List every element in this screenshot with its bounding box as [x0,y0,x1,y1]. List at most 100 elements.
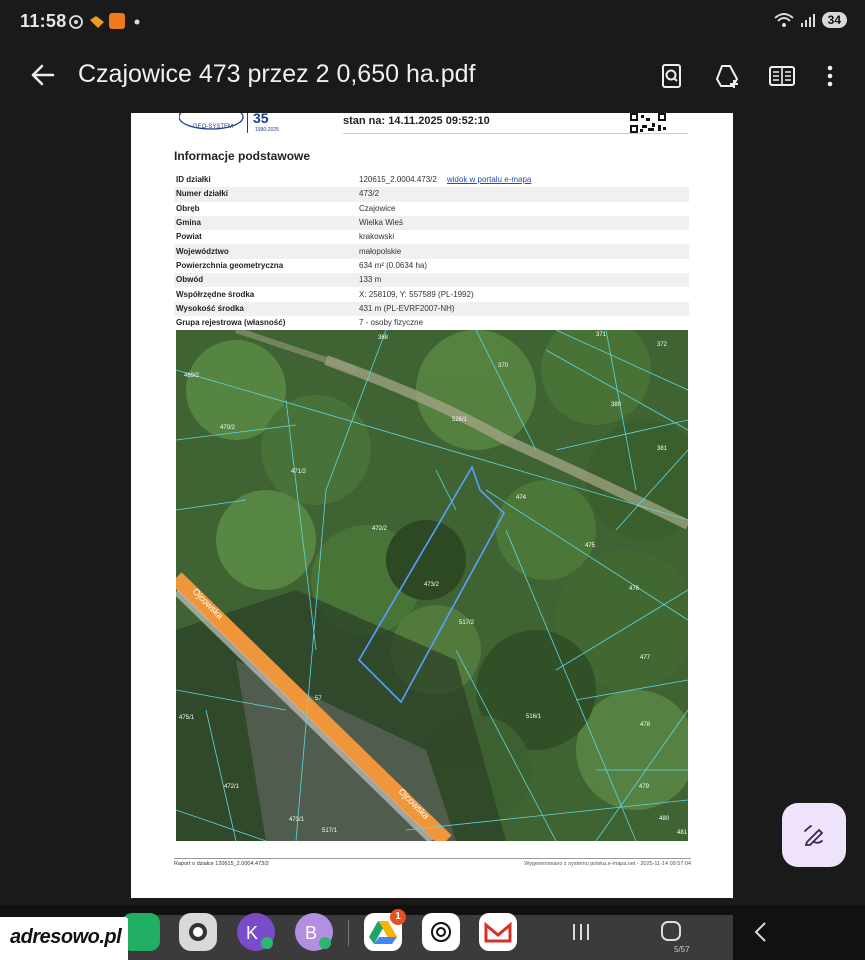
parcel-label: 476 [629,586,640,592]
row-value: Wielka Wieś [357,215,689,231]
parcel-label: 474 [516,495,527,501]
parcel-map: 368 371 372 370 469/2 380 470/2 526/1 38… [176,330,688,841]
table-row: Obręb Czajowice [174,202,689,216]
footer-generated: Wygenerowano z systemu polska.e-mapa.net… [524,861,691,867]
chatgpt-icon[interactable] [422,913,460,951]
header-divider [343,133,688,134]
parcel-label: 516/1 [526,714,542,720]
row-label: Współrzędne środka [176,289,255,299]
wifi-icon [774,13,794,27]
pen-sparkle-icon [804,825,824,846]
parcel-label: 526/1 [452,417,468,423]
parcel-label: 469/2 [184,373,200,379]
section-title: Informacje podstawowe [174,149,311,163]
pdf-page[interactable]: GEO-SYSTEM 35 1990-2025 stan na: 14.11.2… [131,113,733,898]
parcel-label: 472/1 [224,784,240,790]
row-value: 120615_2.0004.473/2 widok w portalu e-map… [357,173,689,187]
home-icon[interactable] [660,920,682,942]
table-row: Obwód 133 m [174,273,689,288]
table-row: Województwo małopolskie [174,244,689,259]
footer-report-id: Raport o działce 120615_2.0004.473/2 [174,861,269,867]
svg-text:35: 35 [253,113,269,126]
recents-icon[interactable] [570,922,592,942]
phone-b-icon[interactable]: B [295,913,333,951]
logo-years: 1990-2025 [255,127,279,133]
nav-back-icon[interactable] [752,921,770,943]
sync-icon [69,15,83,29]
parcel-label: 473/1 [289,817,305,823]
footer-divider [174,858,691,859]
row-label: Powierzchnia geometryczna [176,260,284,270]
row-label: ID działki [176,175,211,185]
phone-k-icon[interactable]: K [237,913,275,951]
row-value: 431 m (PL-EVRF2007-NH) [357,301,689,316]
parcel-label: 368 [378,335,389,341]
parcel-label: 371 [596,332,607,338]
app-notification-icon [109,13,125,29]
adresowo-watermark: adresowo.pl [0,917,128,960]
heart-app-icon [90,16,104,28]
gmail-icon[interactable] [479,913,517,951]
svg-text:K: K [246,923,258,943]
table-row: Gmina Wielka Wieś [174,215,689,231]
parcel-label: 370 [498,363,509,369]
parcel-label: 471/2 [291,469,307,475]
parcel-label: 475/1 [179,715,195,721]
parcel-label: 517/1 [322,828,338,834]
more-options-icon[interactable] [816,62,844,90]
parcel-label: 372 [657,342,668,348]
clock: 11:58 [20,11,67,31]
qr-code-icon [628,113,668,133]
parcel-id: 120615_2.0004.473/2 [359,175,437,185]
status-bar: 11:58 34 [0,0,865,44]
reading-mode-icon[interactable] [768,62,796,90]
geo-system-logo: GEO-SYSTEM 35 1990-2025 [179,113,279,133]
back-arrow-icon[interactable] [28,60,58,90]
table-row: Powierzchnia geometryczna 634 m² (0.0634 … [174,259,689,273]
table-row: Wysokość środka 431 m (PL-EVRF2007-NH) [174,301,689,316]
table-row: ID działki 120615_2.0004.473/2 widok w por… [174,173,689,187]
document-title: Czajowice 473 przez 2 0,650 ha.pdf [78,60,476,88]
report-date: stan na: 14.11.2025 09:52:10 [343,115,490,127]
parcel-label: 517/2 [459,620,475,626]
row-value: 7 - osoby fizyczne [359,318,424,328]
table-row: Współrzędne środka X: 258109, Y: 557589 (… [174,287,689,301]
parcel-label: 479 [639,784,650,790]
parcel-label: 57 [315,696,322,702]
row-value: Czajowice [359,203,396,213]
row-label: Grupa rejestrowa (własność) [176,318,286,328]
table-row: Grupa rejestrowa (własność) 7 - osoby fiz… [174,316,689,330]
row-label: Województwo [174,244,357,259]
row-value: 133 m [357,273,689,288]
row-label: Powiat [176,232,202,242]
pdf-toolbar: Czajowice 473 przez 2 0,650 ha.pdf [0,44,865,108]
e-mapa-link[interactable]: widok w portalu e-mapa [447,175,531,184]
drive-add-icon[interactable] [713,62,741,90]
row-label: Gmina [174,215,357,231]
parcel-label: 380 [611,402,622,408]
parcel-label: 478 [640,722,651,728]
parcel-label: 475 [585,543,596,549]
page-indicator: 5/57 [674,945,690,954]
row-label: Wysokość środka [174,301,357,316]
row-label: Obręb [176,203,200,213]
battery-indicator: 34 [821,12,847,28]
dock-divider [348,920,349,946]
watermark-text: adresowo.pl [10,926,122,948]
table-row: Powiat krakowski [174,230,689,244]
parcel-info-table: ID działki 120615_2.0004.473/2 widok w por… [174,173,689,330]
search-document-icon[interactable] [658,62,686,90]
row-value: 634 m² (0.0634 ha) [359,260,428,270]
parcel-label: 473/2 [424,582,440,588]
parcel-label: 381 [657,446,668,452]
camera-app-icon[interactable] [179,913,217,951]
annotate-button[interactable] [782,803,846,867]
row-value: krakowski [359,232,395,242]
svg-text:B: B [305,923,317,943]
parcel-label: 472/2 [372,526,388,532]
logo-text: GEO-SYSTEM [193,124,233,130]
row-value: 473/2 [357,187,689,202]
row-label: Numer działki [174,187,357,202]
row-value: X: 258109, Y: 557589 (PL-1992) [359,289,474,299]
parcel-label: 480 [659,816,670,822]
